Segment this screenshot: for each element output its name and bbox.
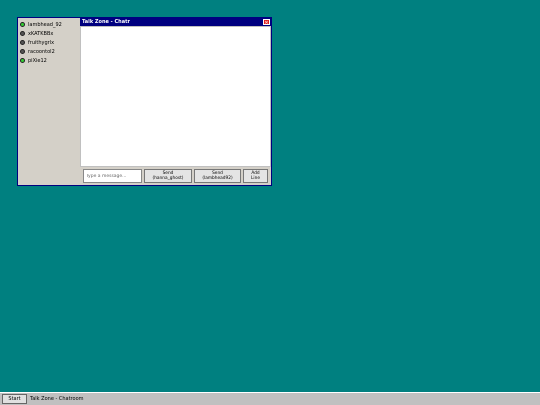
window-titlebar: Talk Zone - Chatr ✕: [80, 18, 271, 26]
chat-pane: Talk Zone - Chatr ✕ Send (hanna_ghost) S…: [80, 18, 271, 185]
user-name: piXie12: [28, 57, 47, 64]
user-name: lambhead_92: [28, 21, 62, 28]
taskbar-task-chatroom[interactable]: Talk Zone - Chatroom: [30, 394, 84, 404]
user-item[interactable]: fruithygrlx: [20, 38, 80, 47]
taskbar: Start Talk Zone - Chatroom: [0, 392, 540, 405]
message-area[interactable]: [81, 27, 270, 166]
online-status-icon: [20, 58, 25, 63]
user-item[interactable]: racoontol2: [20, 47, 80, 56]
chat-window: lambhead_92 xKATKBBx fruithygrlx racoont…: [17, 17, 272, 186]
user-name: xKATKBBx: [28, 30, 54, 37]
offline-status-icon: [20, 40, 25, 45]
add-line-button[interactable]: Add Line: [243, 169, 268, 183]
user-item[interactable]: xKATKBBx: [20, 29, 80, 38]
composer-bar: Send (hanna_ghost) Send (lambhead92) Add…: [80, 167, 271, 185]
user-list: lambhead_92 xKATKBBx fruithygrlx racoont…: [18, 18, 80, 185]
user-item[interactable]: piXie12: [20, 56, 80, 65]
send-as-hanna-button[interactable]: Send (hanna_ghost): [144, 169, 192, 183]
button-sublabel: Line: [251, 176, 260, 181]
send-as-lambhead-button[interactable]: Send (lambhead92): [194, 169, 241, 183]
close-icon[interactable]: ✕: [263, 19, 270, 26]
message-input[interactable]: [83, 169, 142, 183]
offline-status-icon: [20, 49, 25, 54]
start-button[interactable]: Start: [2, 394, 27, 404]
user-name: fruithygrlx: [28, 39, 55, 46]
button-sublabel: (lambhead92): [202, 176, 233, 181]
offline-status-icon: [20, 31, 25, 36]
user-item[interactable]: lambhead_92: [20, 20, 80, 29]
online-status-icon: [20, 22, 25, 27]
window-title: Talk Zone - Chatr: [82, 19, 130, 25]
button-sublabel: (hanna_ghost): [152, 176, 184, 181]
user-name: racoontol2: [28, 48, 55, 55]
